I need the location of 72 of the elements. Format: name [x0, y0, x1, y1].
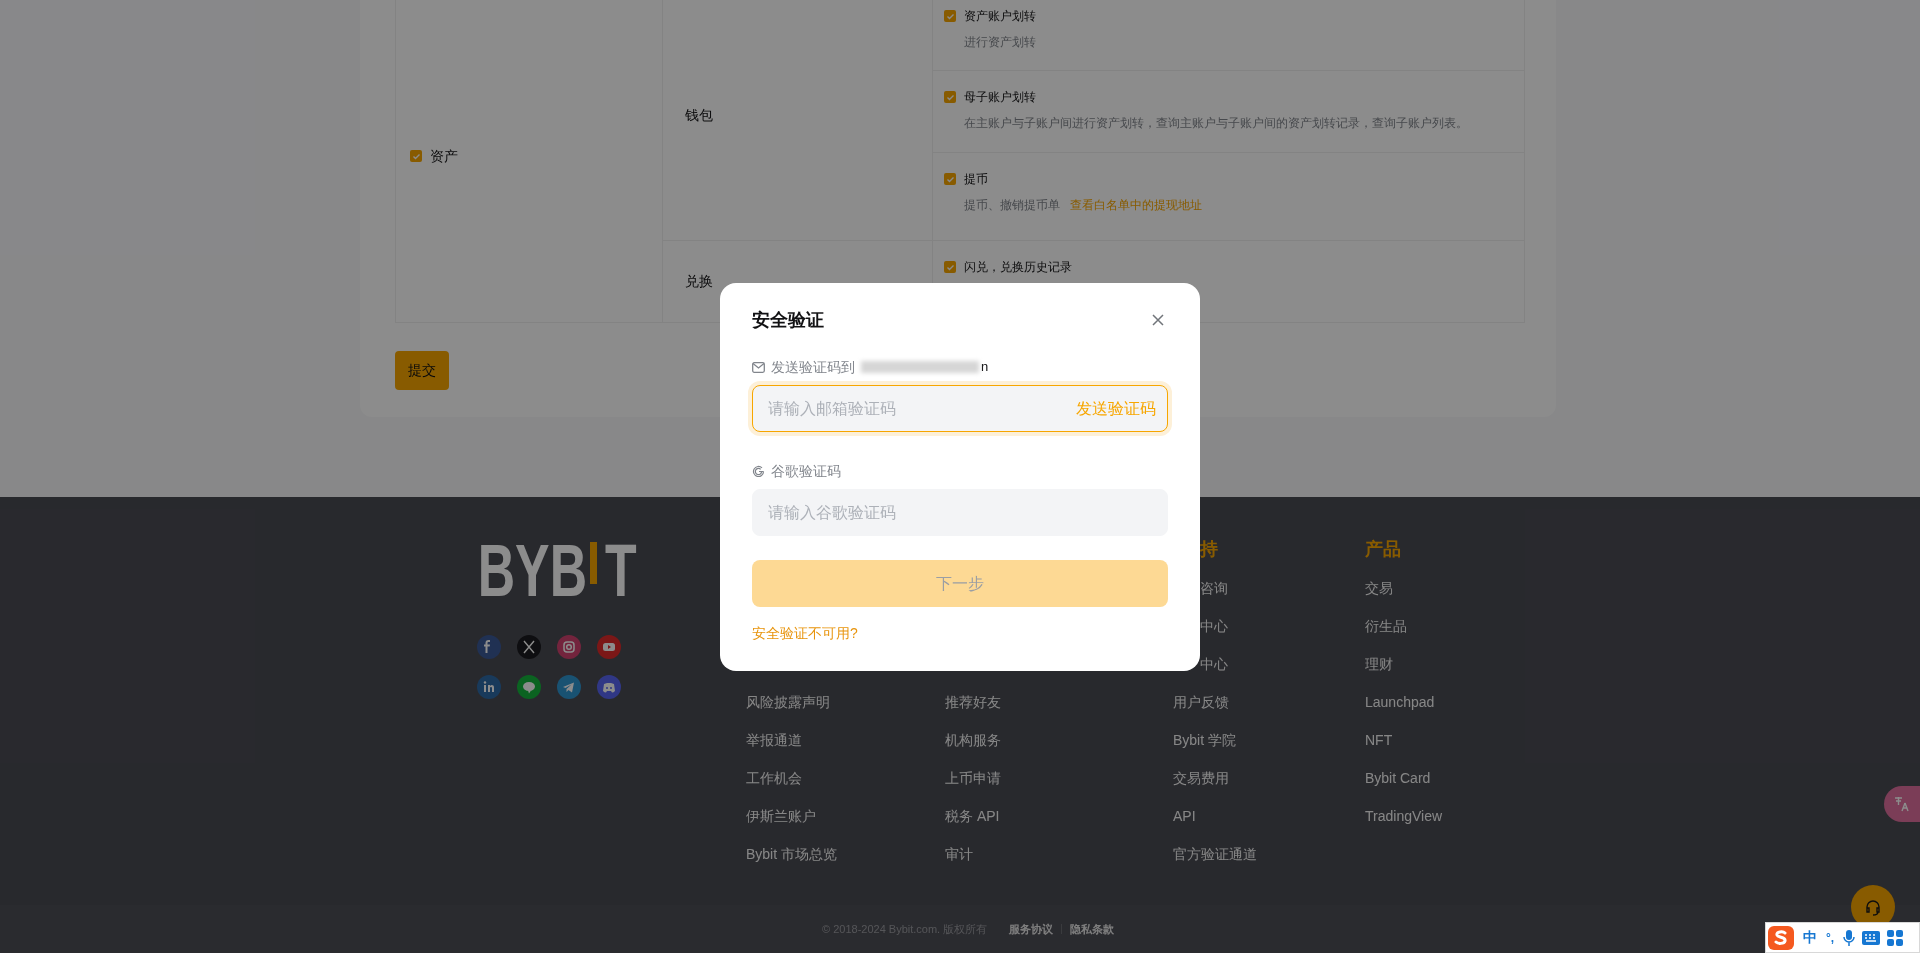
footer-link[interactable]: 衍生品: [1365, 607, 1407, 645]
footer-link[interactable]: 风险披露声明: [746, 683, 830, 721]
permission-label: 资产账户划转: [964, 8, 1036, 25]
checkbox[interactable]: [944, 91, 956, 103]
footer-link[interactable]: 工作机会: [746, 759, 802, 797]
footer-link[interactable]: 理财: [1365, 645, 1393, 683]
social-icon[interactable]: [477, 635, 501, 659]
close-icon: [1151, 313, 1165, 327]
social-icon[interactable]: [557, 675, 581, 699]
footer-link[interactable]: NFT: [1365, 721, 1393, 759]
footer-link[interactable]: 中心: [1200, 645, 1228, 683]
footer-link[interactable]: 官方验证通道: [1173, 835, 1257, 873]
section-label: 兑换: [685, 272, 713, 291]
microphone-icon[interactable]: [1843, 928, 1856, 947]
footer-link[interactable]: Bybit 市场总览: [746, 835, 837, 873]
permission-description: 进行资产划转: [964, 34, 1036, 51]
social-icon[interactable]: [477, 675, 501, 699]
footer-link[interactable]: 机构服务: [945, 721, 1001, 759]
footer-link[interactable]: 伊斯兰账户: [746, 797, 816, 835]
social-icon[interactable]: [597, 635, 621, 659]
logo: BYB T: [477, 542, 639, 602]
footer-link[interactable]: 举报通道: [746, 721, 802, 759]
permission-label: 闪兑，兑换历史记录: [964, 259, 1072, 276]
section-label: 钱包: [685, 105, 713, 125]
footer-link[interactable]: 交易: [1365, 569, 1393, 607]
grid-icon[interactable]: [1887, 929, 1904, 946]
translate-icon: [1893, 795, 1911, 813]
help-link[interactable]: 安全验证不可用?: [752, 623, 858, 644]
permission-label: 母子账户划转: [964, 89, 1036, 106]
legal-link[interactable]: 隐私条款: [1070, 920, 1115, 938]
field-label: 谷歌验证码: [771, 461, 841, 481]
google-icon: [752, 464, 765, 478]
permission-description: 提币、撤销提币单: [964, 197, 1060, 214]
footer-link[interactable]: 审计: [945, 835, 973, 873]
dialog-title: 安全验证: [752, 308, 824, 332]
social-icon[interactable]: [557, 635, 581, 659]
email-suffix: n: [981, 358, 989, 377]
submit-button[interactable]: 提交: [395, 351, 449, 390]
footer-link[interactable]: API: [1173, 797, 1196, 835]
headset-icon: [1864, 898, 1882, 916]
footer-link[interactable]: 上币申请: [945, 759, 1001, 797]
translate-button[interactable]: [1884, 786, 1920, 822]
social-icon[interactable]: [597, 675, 621, 699]
footer-link[interactable]: 交易费用: [1173, 759, 1229, 797]
checkbox[interactable]: [410, 150, 422, 162]
permission-label: 提币: [964, 171, 988, 188]
footer-link[interactable]: 用户反馈: [1173, 683, 1229, 721]
footer-column-heading: 持: [1200, 538, 1218, 561]
group-label: 资产: [430, 146, 458, 166]
footer-link[interactable]: 咨询: [1200, 569, 1228, 607]
footer-link[interactable]: 推荐好友: [945, 683, 1001, 721]
legal-link[interactable]: 服务协议: [1009, 920, 1054, 938]
social-icon[interactable]: [517, 675, 541, 699]
google-code-field[interactable]: 请输入谷歌验证码: [752, 489, 1168, 536]
ime-logo-icon: [1768, 925, 1794, 950]
mail-icon: [752, 361, 765, 373]
checkbox[interactable]: [944, 10, 956, 22]
footer-link[interactable]: 税务 API: [945, 797, 1000, 835]
checkbox[interactable]: [944, 173, 956, 185]
footer-link[interactable]: TradingView: [1365, 797, 1443, 835]
permission-description: 在主账户与子账户间进行资产划转，查询主账户与子账户间的资产划转记录，查询子账户列表。: [964, 115, 1468, 132]
footer-link[interactable]: 中心: [1200, 607, 1228, 645]
social-icon[interactable]: [517, 635, 541, 659]
footer-link[interactable]: Bybit Card: [1365, 759, 1431, 797]
ime-punctuation[interactable]: °,: [1826, 928, 1835, 947]
footer-link[interactable]: Launchpad: [1365, 683, 1435, 721]
keyboard-icon[interactable]: [1862, 930, 1881, 945]
checkbox[interactable]: [944, 261, 956, 273]
footer-link[interactable]: Bybit 学院: [1173, 721, 1236, 759]
footer-column-heading: 产品: [1365, 538, 1401, 561]
ime-mode[interactable]: 中: [1803, 927, 1817, 948]
field-label: 发送验证码到: [771, 357, 855, 377]
